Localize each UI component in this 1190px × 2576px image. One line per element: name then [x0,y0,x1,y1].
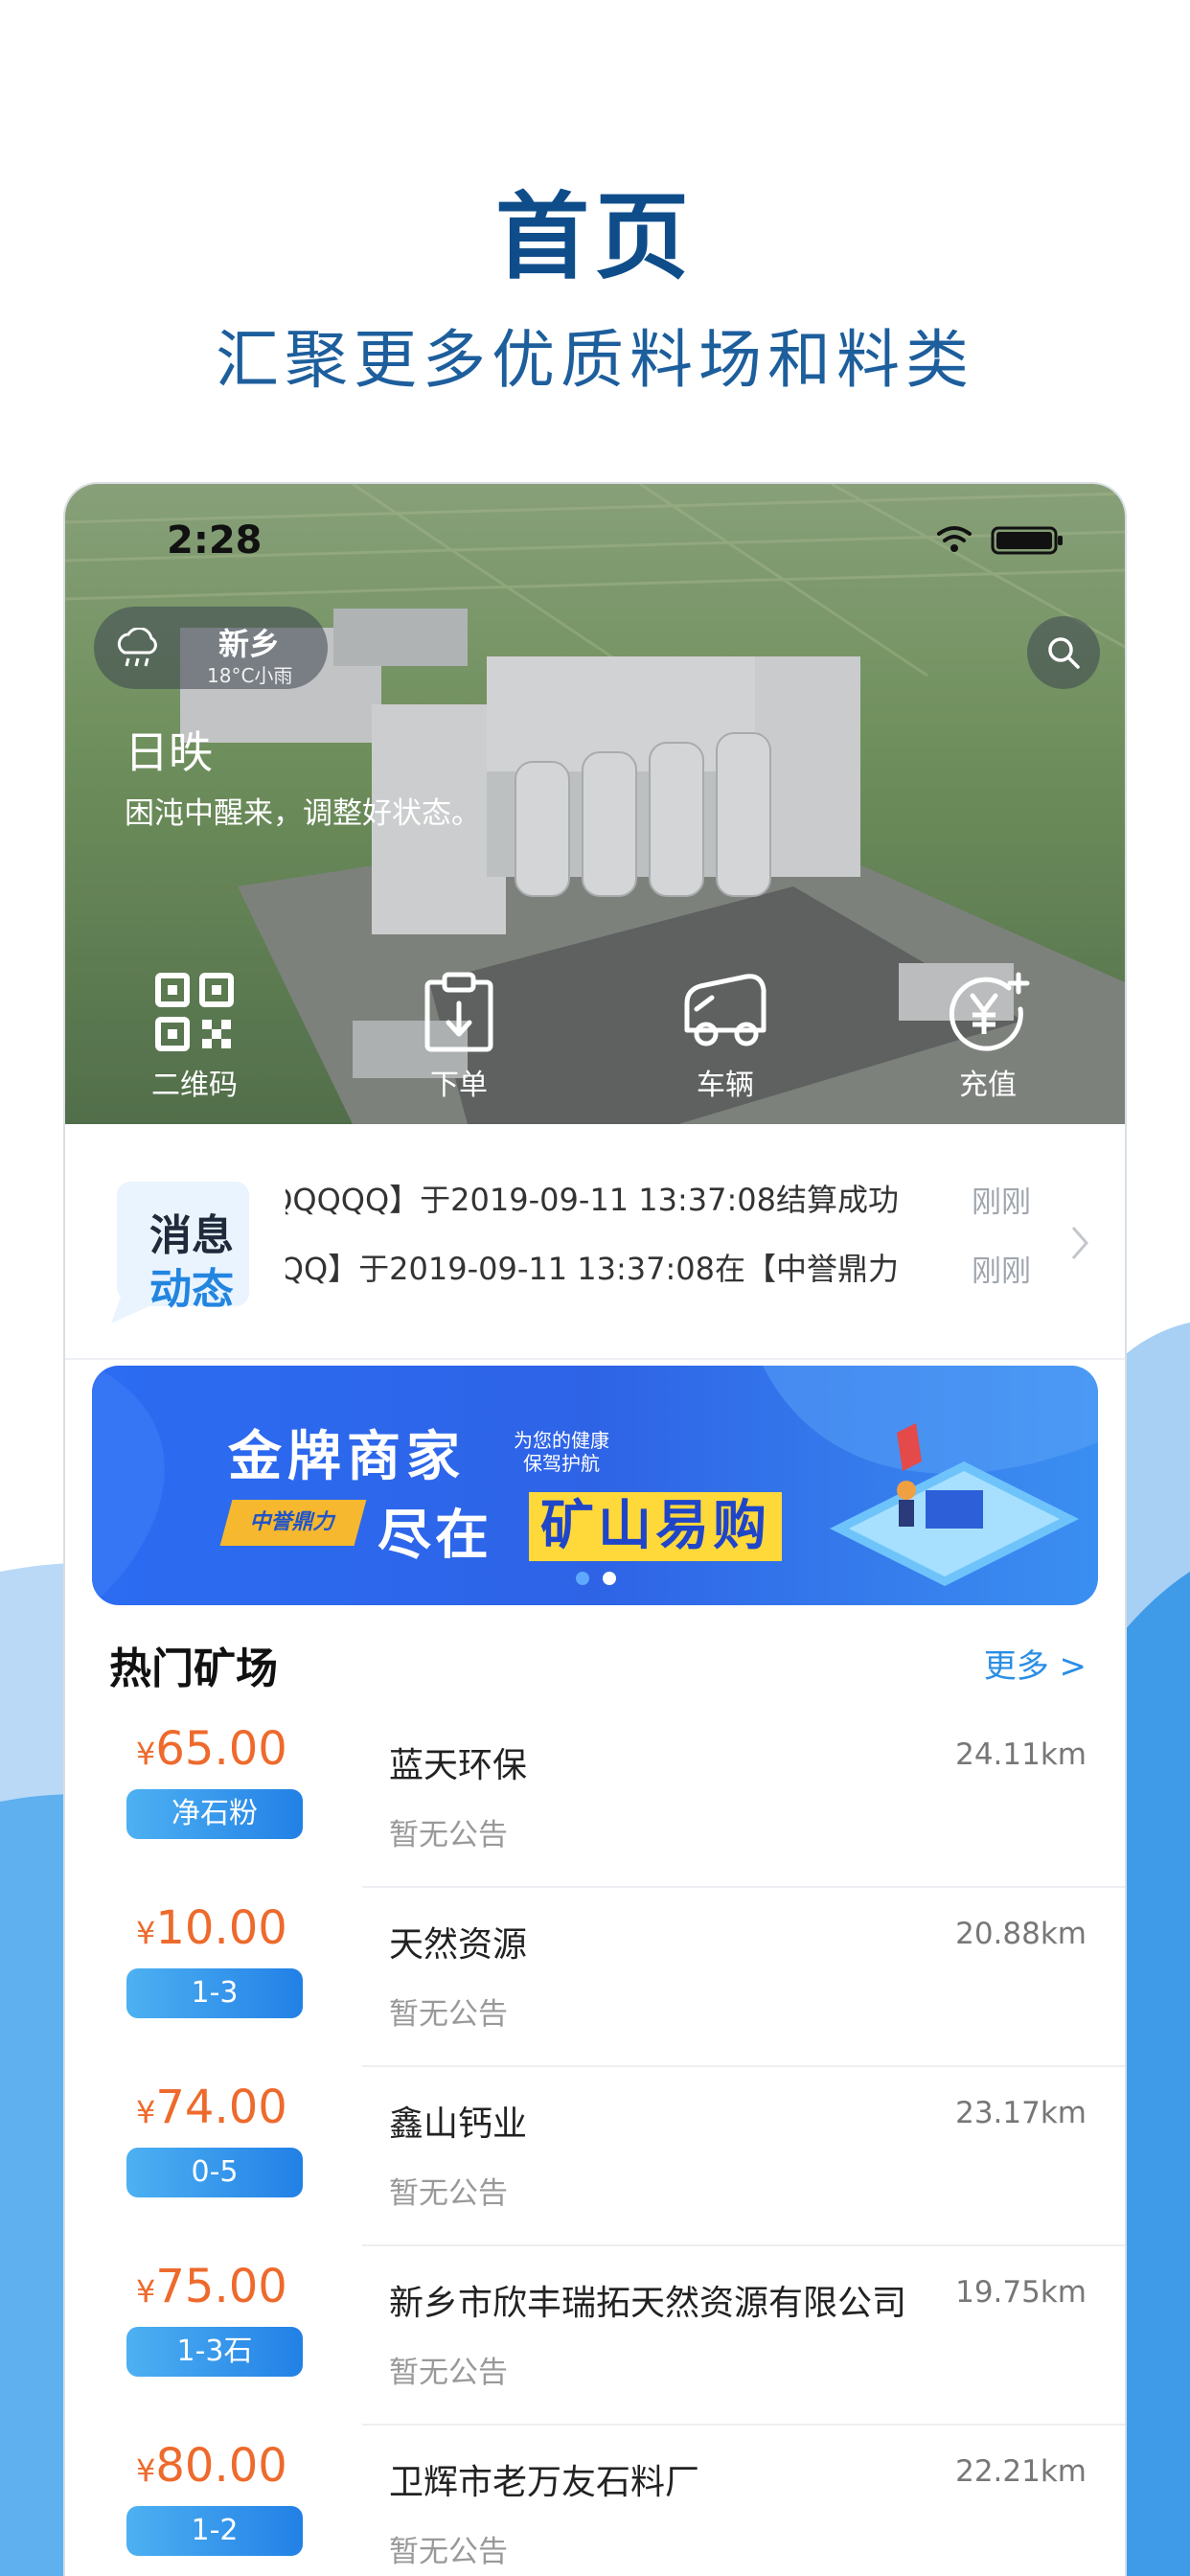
news-badge: 消息 动态 [92,1162,255,1325]
news-item-time: 刚刚 [972,1254,1031,1289]
promo-subtitle: 汇聚更多优质料场和料类 [216,323,974,397]
wifi-icon [937,526,972,542]
site-name: 卫辉市老万友石料厂 [389,2463,700,2502]
quick-action-recharge[interactable]: 充值 [916,971,1060,1103]
quick-action-label: 车辆 [697,1069,754,1102]
site-name: 新乡市欣丰瑞拓天然资源有限公司 [389,2284,907,2323]
status-icons [937,526,1063,555]
material-tag: 1-3 [126,1968,303,2018]
phone-screen: 2:28 新乡 18°C小雨 日昳 困沌中醒来，调整好状态。 二维码 下单 车辆… [65,484,1125,2576]
news-item[interactable]: QQQQQ】于2019-09-11 13:37:08在【中誉鼎力 [286,1245,899,1287]
quick-action-label: 充值 [959,1069,1017,1102]
news-item-text: QQQQQ】于2019-09-11 13:37:08在【中誉鼎力 [286,1251,899,1287]
quick-action-label: 下单 [430,1069,488,1102]
price-value: 10.00 [155,1901,287,1955]
site-notice: 暂无公告 [389,2535,508,2569]
list-item[interactable]: ¥74.00 0-5 鑫山钙业 23.17km 暂无公告 [65,2067,1125,2246]
news-item-time: 刚刚 [972,1185,1031,1220]
price: ¥80.00 [136,2439,287,2493]
truck-icon [684,974,767,1046]
weather-widget[interactable]: 新乡 18°C小雨 [94,607,328,689]
list-item[interactable]: ¥65.00 净石粉 蓝天环保 24.11km 暂无公告 [65,1709,1125,1888]
news-item[interactable]: QQQQQ】于2019-09-11 13:37:08结算成功 [286,1176,899,1218]
banner-headline: 金牌商家 [228,1426,466,1488]
search-icon [1048,637,1080,669]
quick-action-label: 二维码 [151,1069,238,1102]
price-value: 80.00 [155,2439,287,2493]
banner-slogan: 为您的健康 保驾护航 [514,1429,609,1475]
qr-code-icon [155,973,234,1051]
list-item[interactable]: ¥10.00 1-3 天然资源 20.88km 暂无公告 [65,1888,1125,2067]
price: ¥74.00 [136,2081,287,2134]
promo-title: 首页 [494,183,695,292]
site-name: 天然资源 [389,1925,528,1965]
greeting-subtitle: 困沌中醒来，调整好状态。 [125,796,481,831]
battery-icon [991,526,1063,555]
hero-header: 2:28 新乡 18°C小雨 日昳 困沌中醒来，调整好状态。 二维码 下单 车辆… [65,484,1125,1124]
currency-symbol: ¥ [136,1736,156,1772]
price-value: 65.00 [155,1722,287,1776]
list-item[interactable]: ¥75.00 1-3石 新乡市欣丰瑞拓天然资源有限公司 19.75km 暂无公告 [65,2246,1125,2426]
currency-symbol: ¥ [136,2452,156,2489]
material-tag: 1-3石 [126,2327,303,2377]
site-notice: 暂无公告 [389,1997,508,2032]
banner-tagline-b: 矿山易购 [529,1492,782,1561]
price: ¥10.00 [136,1901,287,1955]
quick-action-qr-code[interactable]: 二维码 [123,971,266,1103]
weather-city: 新乡 [218,626,281,662]
material-tag: 净石粉 [126,1789,303,1839]
news-ticker[interactable]: 消息 动态 QQQQQ】于2019-09-11 13:37:08结算成功 刚刚 … [65,1124,1125,1360]
news-item-text: QQQQQ】于2019-09-11 13:37:08结算成功 [286,1182,899,1218]
price: ¥65.00 [136,1722,287,1776]
news-badge-line2: 动态 [149,1265,234,1314]
site-name: 鑫山钙业 [389,2104,528,2144]
material-tag: 0-5 [126,2148,303,2197]
list-item[interactable]: ¥80.00 1-2 卫辉市老万友石料厂 22.21km 暂无公告 [65,2426,1125,2576]
currency-symbol: ¥ [136,2094,156,2130]
promo-banner[interactable]: 金牌商家 为您的健康 保驾护航 中誉鼎力 尽在 矿山易购 [92,1366,1098,1605]
site-distance: 23.17km [955,2096,1087,2130]
order-clipboard-icon [424,972,493,1052]
weather-desc: 18°C小雨 [207,664,293,687]
more-link[interactable]: 更多 > [984,1640,1087,1687]
currency-symbol: ¥ [136,2273,156,2310]
price-value: 75.00 [155,2260,287,2313]
price: ¥75.00 [136,2260,287,2313]
status-time: 2:28 [167,518,263,563]
quick-action-vehicle[interactable]: 车辆 [653,971,797,1103]
chevron-right-icon[interactable] [1069,1224,1090,1262]
material-tag: 1-2 [126,2506,303,2556]
rain-cloud-icon [117,628,157,667]
site-notice: 暂无公告 [389,2176,508,2211]
site-distance: 22.21km [955,2454,1087,2489]
banner-slogan-line: 保驾护航 [523,1452,600,1475]
yuan-recharge-icon [949,972,1030,1051]
section-title: 热门矿场 [109,1644,278,1693]
site-distance: 24.11km [955,1737,1087,1772]
site-distance: 19.75km [955,2275,1087,2310]
site-notice: 暂无公告 [389,2356,508,2390]
quick-action-order[interactable]: 下单 [387,971,531,1103]
banner-tagline-a: 尽在 [378,1505,492,1567]
search-button[interactable] [1027,616,1100,689]
price-value: 74.00 [155,2081,287,2134]
news-badge-line1: 消息 [149,1211,234,1260]
greeting-title: 日昳 [125,726,213,778]
site-name: 蓝天环保 [389,1746,528,1785]
currency-symbol: ¥ [136,1915,156,1951]
site-distance: 20.88km [955,1917,1087,1951]
banner-brand-logo: 中誉鼎力 [219,1500,367,1546]
banner-pagination-dots[interactable] [571,1569,629,1588]
banner-slogan-line: 为您的健康 [514,1429,609,1452]
site-notice: 暂无公告 [389,1818,508,1852]
